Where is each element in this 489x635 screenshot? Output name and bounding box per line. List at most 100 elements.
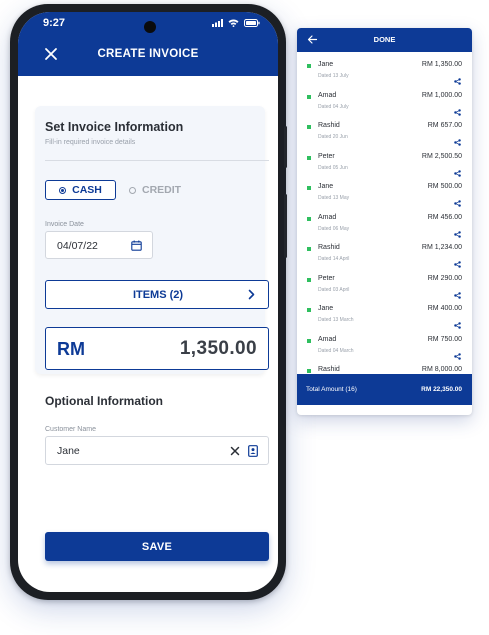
calendar-icon[interactable]: [131, 240, 142, 251]
share-icon[interactable]: [454, 316, 461, 329]
invoice-amount: RM 657.00: [427, 122, 462, 129]
payment-option-label: CREDIT: [142, 184, 182, 196]
customer-name-label: Customer Name: [45, 426, 96, 433]
share-icon[interactable]: [454, 72, 461, 85]
customer-name: Jane: [318, 61, 334, 68]
payment-option-cash[interactable]: CASH: [45, 180, 116, 200]
front-camera: [144, 21, 156, 33]
amount-currency: RM: [57, 339, 85, 359]
total-amount-label: Total Amount (16): [306, 386, 357, 393]
invoice-list-item[interactable]: Rashid RM 8,000.00: [297, 357, 472, 374]
app-bar: 9:27 CREATE INVOICE: [18, 12, 278, 76]
invoice-list-item[interactable]: Peter Dated 03 April RM 290.00: [297, 266, 472, 299]
signal-icon: [212, 19, 223, 27]
share-icon[interactable]: [454, 225, 461, 238]
section-title: Set Invoice Information: [45, 120, 184, 134]
share-icon[interactable]: [454, 103, 461, 116]
wifi-icon: [228, 19, 239, 27]
customer-name: Amad: [318, 213, 337, 221]
battery-icon: [244, 19, 260, 27]
phone-volume-button: [284, 194, 287, 258]
customer-name: Jane: [318, 305, 334, 312]
status-marker: [307, 369, 311, 373]
invoice-date: Dated 14 April: [318, 256, 350, 262]
status-marker: [307, 277, 311, 282]
invoice-date: Dated 05 Jun: [318, 164, 348, 171]
share-icon[interactable]: [454, 194, 461, 207]
invoice-amount: RM 750.00: [427, 335, 462, 343]
invoice-list-item[interactable]: Rashid Dated 14 April RM 1,234.00: [297, 235, 472, 268]
invoice-amount: RM 1,234.00: [421, 244, 462, 251]
panel-title: DONE: [373, 35, 396, 44]
invoice-amount: RM 400.00: [427, 305, 462, 312]
invoice-date: Dated 06 May: [318, 225, 350, 232]
customer-name: Amad: [318, 91, 337, 99]
status-time: 9:27: [43, 17, 66, 29]
invoice-list-item[interactable]: Amad Dated 06 May RM 456.00: [297, 205, 472, 238]
customer-name: Peter: [318, 152, 335, 160]
share-icon[interactable]: [454, 164, 461, 177]
invoice-list-item[interactable]: Amad Dated 04 July RM 1,000.00: [297, 83, 472, 116]
items-button[interactable]: ITEMS (2): [45, 280, 269, 309]
invoice-date: Dated 13 July: [318, 73, 349, 79]
invoice-amount: RM 1,000.00: [421, 91, 462, 99]
invoice-date: Dated 13 May: [318, 195, 350, 201]
create-invoice-screen: 9:27 CREATE INVOICE Set Invoice Informat…: [18, 12, 278, 592]
divider: [45, 160, 269, 161]
total-amount-box: RM 1,350.00: [45, 327, 269, 370]
share-icon[interactable]: [454, 255, 461, 268]
status-marker: [307, 338, 311, 343]
save-button[interactable]: SAVE: [45, 532, 269, 561]
total-amount-value: RM 22,350.00: [421, 386, 462, 393]
invoice-list-item[interactable]: Amad Dated 04 March RM 750.00: [297, 327, 472, 360]
page-title: CREATE INVOICE: [97, 48, 199, 60]
share-icon[interactable]: [454, 133, 461, 146]
clear-icon[interactable]: [230, 446, 240, 456]
invoice-date-field[interactable]: 04/07/22: [45, 231, 153, 259]
status-icons: [212, 19, 260, 27]
status-marker: [307, 216, 311, 221]
invoice-date-label: Invoice Date: [45, 221, 84, 228]
share-icon[interactable]: [454, 347, 461, 360]
items-button-label: ITEMS (2): [132, 289, 184, 301]
invoice-date: Dated 03 April: [318, 286, 350, 293]
share-icon[interactable]: [454, 286, 461, 299]
invoice-amount: RM 456.00: [427, 213, 462, 221]
customer-name: Amad: [318, 335, 337, 343]
phone-frame: 9:27 CREATE INVOICE Set Invoice Informat…: [10, 4, 287, 600]
chevron-right-icon: [248, 289, 255, 300]
payment-option-label: CASH: [72, 184, 102, 196]
invoice-amount: RM 290.00: [427, 274, 462, 282]
invoice-amount: RM 8,000.00: [421, 366, 462, 373]
contact-book-icon[interactable]: [248, 445, 258, 457]
invoice-amount: RM 2,500.50: [421, 152, 462, 160]
invoice-date: Dated 13 March: [318, 317, 354, 323]
total-amount-bar: Total Amount (16) RM 22,350.00: [297, 374, 472, 405]
status-marker: [307, 155, 311, 160]
invoice-date: Dated 04 March: [318, 347, 354, 354]
customer-name-field[interactable]: Jane: [45, 436, 269, 465]
invoice-amount: RM 500.00: [427, 183, 462, 190]
invoice-list-item[interactable]: Jane Dated 13 July RM 1,350.00: [297, 52, 472, 85]
payment-option-credit[interactable]: CREDIT: [129, 180, 181, 200]
customer-name: Rashid: [318, 122, 340, 129]
invoice-list-item[interactable]: Jane Dated 13 May RM 500.00: [297, 174, 472, 207]
invoice-amount: RM 1,350.00: [421, 61, 462, 68]
customer-name: Rashid: [318, 366, 340, 373]
invoice-list-item[interactable]: Jane Dated 13 March RM 400.00: [297, 296, 472, 329]
invoice-list-item[interactable]: Rashid Dated 20 Jun RM 657.00: [297, 113, 472, 146]
invoice-date: Dated 20 Jun: [318, 134, 348, 140]
invoice-date: Dated 04 July: [318, 103, 349, 110]
invoice-list: Jane Dated 13 July RM 1,350.00 Amad Dated 04…: [297, 52, 472, 374]
panel-header: DONE: [297, 28, 472, 52]
radio-selected-icon: [59, 186, 67, 194]
invoice-list-item[interactable]: Peter Dated 05 Jun RM 2,500.50: [297, 144, 472, 177]
customer-name: Peter: [318, 274, 335, 282]
status-marker: [307, 94, 311, 99]
amount-value: 1,350.00: [179, 338, 257, 359]
status-marker: [307, 308, 311, 312]
status-marker: [307, 186, 311, 190]
customer-name-value: Jane: [57, 445, 80, 457]
invoice-info-card: Set Invoice Information Fill-in required…: [35, 106, 269, 374]
phone-side-button: [284, 126, 287, 168]
